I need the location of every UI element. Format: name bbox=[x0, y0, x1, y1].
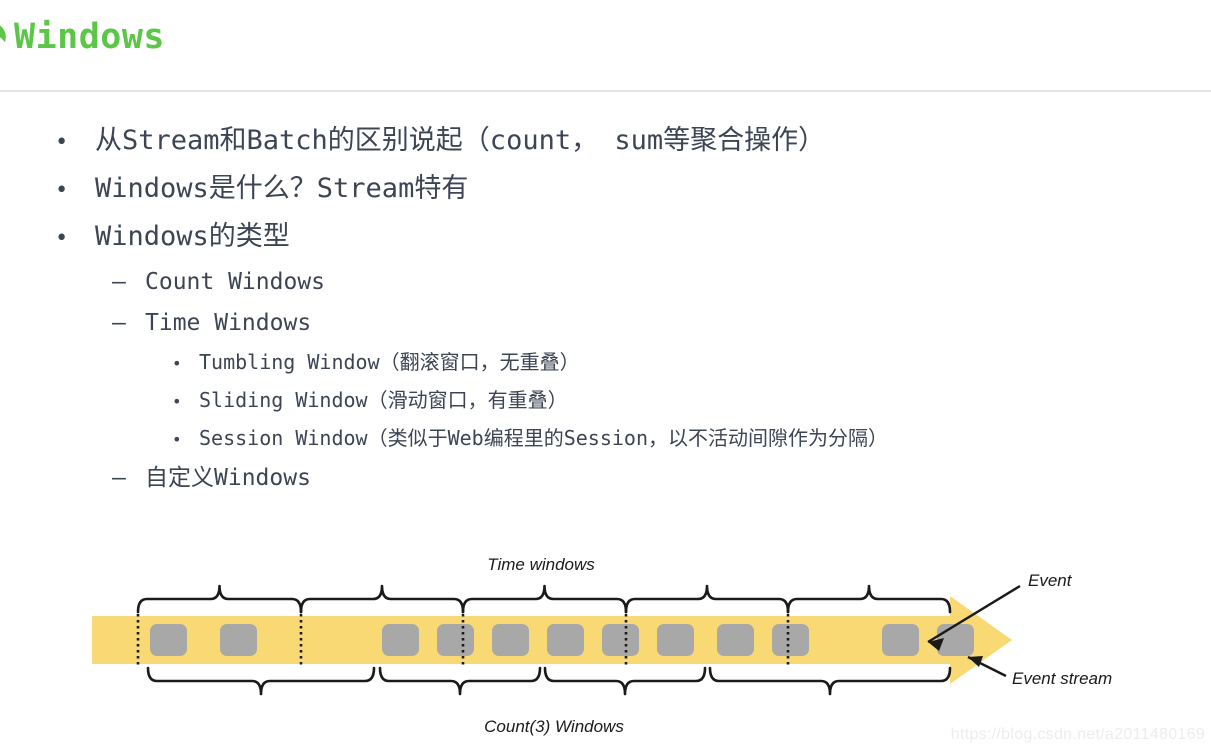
leaf-check-icon bbox=[0, 20, 12, 54]
bullet-marker: – bbox=[112, 269, 126, 295]
event-block bbox=[492, 624, 529, 656]
time-window-brace bbox=[461, 584, 628, 614]
time-window-brace bbox=[299, 584, 465, 614]
time-windows-label: Time windows bbox=[487, 555, 595, 574]
event-block bbox=[602, 624, 639, 656]
bullet-label: 自定义Windows bbox=[145, 465, 311, 491]
bullet-item: • Sliding Window（滑动窗口，有重叠） bbox=[0, 382, 1211, 420]
bullet-label: Windows是什么？Stream特有 bbox=[95, 173, 469, 204]
bullet-item: • Tumbling Window（翻滚窗口，无重叠） bbox=[0, 344, 1211, 382]
bullet-item: • 从Stream和Batch的区别说起（count， sum等聚合操作） bbox=[0, 118, 1211, 166]
event-block bbox=[882, 624, 919, 656]
bullet-label: Sliding Window（滑动窗口，有重叠） bbox=[199, 388, 568, 412]
watermark: https://blog.csdn.net/a2011480169 bbox=[950, 726, 1205, 743]
title-row: Windows bbox=[0, 16, 165, 58]
bullet-marker: • bbox=[172, 392, 182, 411]
bullet-marker: – bbox=[112, 465, 126, 491]
bullet-marker: • bbox=[172, 430, 182, 449]
bullet-label: Count Windows bbox=[145, 269, 326, 295]
event-block bbox=[717, 624, 754, 656]
event-block bbox=[437, 624, 474, 656]
event-block bbox=[547, 624, 584, 656]
bullet-label: Session Window（类似于Web编程里的Session，以不活动间隙作… bbox=[199, 426, 888, 450]
bullet-list: • 从Stream和Batch的区别说起（count， sum等聚合操作） • … bbox=[0, 118, 1211, 499]
count-window-brace bbox=[146, 666, 376, 696]
slide-canvas: Windows • 从Stream和Batch的区别说起（count， sum等… bbox=[0, 0, 1211, 752]
bullet-marker: – bbox=[112, 310, 126, 336]
bullet-item: – 自定义Windows bbox=[0, 458, 1211, 499]
event-block bbox=[657, 624, 694, 656]
page-title: Windows bbox=[14, 17, 166, 57]
bullet-item: – Count Windows bbox=[0, 262, 1211, 303]
event-stream-diagram: Time windows Count(3) Windows Event Even… bbox=[0, 528, 1211, 752]
bullet-item: • Windows是什么？Stream特有 bbox=[0, 166, 1211, 214]
event-block bbox=[772, 624, 809, 656]
count-window-braces bbox=[146, 666, 952, 696]
time-window-brace bbox=[624, 584, 790, 614]
bullet-marker: • bbox=[55, 178, 69, 203]
bullet-marker: • bbox=[55, 130, 69, 155]
bullet-item: – Time Windows bbox=[0, 303, 1211, 344]
event-block bbox=[220, 624, 257, 656]
bullet-label: Tumbling Window（翻滚窗口，无重叠） bbox=[199, 350, 580, 374]
count-window-brace bbox=[708, 666, 952, 696]
time-window-brace bbox=[786, 584, 952, 614]
bullet-item: • Windows的类型 bbox=[0, 214, 1211, 262]
time-window-brace bbox=[136, 584, 303, 614]
slide-header: Windows bbox=[0, 0, 1211, 92]
bullet-item: • Session Window（类似于Web编程里的Session，以不活动间… bbox=[0, 420, 1211, 458]
event-block bbox=[382, 624, 419, 656]
bullet-label: Time Windows bbox=[145, 310, 312, 336]
header-divider bbox=[0, 90, 1211, 92]
count-window-brace bbox=[543, 666, 707, 696]
count-window-brace bbox=[378, 666, 542, 696]
time-window-braces bbox=[136, 584, 952, 614]
event-annotation-label: Event bbox=[1028, 571, 1073, 590]
count-windows-label: Count(3) Windows bbox=[484, 717, 624, 736]
event-stream-annotation-label: Event stream bbox=[1012, 669, 1112, 688]
bullet-label: 从Stream和Batch的区别说起（count， sum等聚合操作） bbox=[95, 125, 826, 156]
bullet-marker: • bbox=[55, 226, 69, 251]
bullet-label: Windows的类型 bbox=[95, 221, 290, 252]
event-block bbox=[150, 624, 187, 656]
bullet-marker: • bbox=[172, 354, 182, 373]
